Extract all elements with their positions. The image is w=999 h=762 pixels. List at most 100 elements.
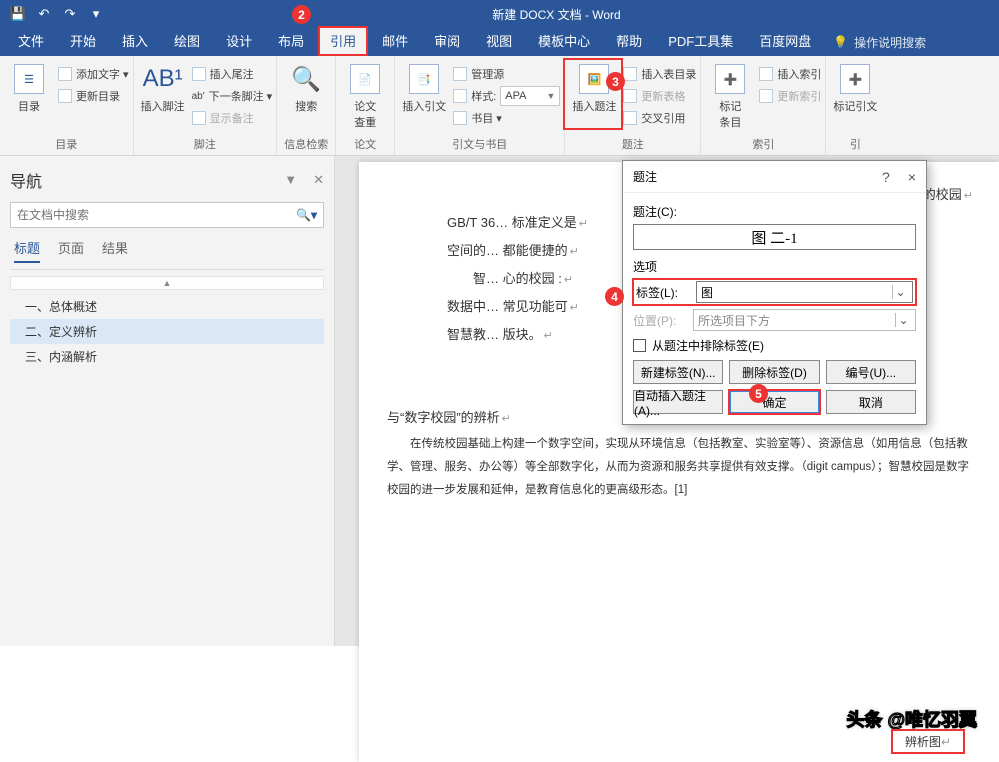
ribbon: ☰ 目录 添加文字 ▾ 更新目录 目录 AB¹ 插入脚注 插入尾注 ab'下一条… <box>0 56 999 156</box>
new-label-button[interactable]: 新建标签(N)... <box>633 360 723 384</box>
dialog-title-bar[interactable]: 题注 ? × <box>623 161 926 193</box>
outline-item-3[interactable]: 三、内涵解析 <box>10 344 324 369</box>
options-label: 选项 <box>633 258 916 275</box>
undo-icon[interactable]: ↶ <box>36 6 52 22</box>
plus-icon <box>58 67 72 81</box>
nav-divider <box>10 269 324 270</box>
checkbox-icon[interactable] <box>633 339 646 352</box>
qat-customize-icon[interactable]: ▾ <box>88 6 104 22</box>
window-title: 新建 DOCX 文档 - Word <box>114 6 999 23</box>
position-dropdown: 所选项目下方 ⌄ <box>693 309 916 331</box>
label-row: 标签(L): 图 ⌄ <box>633 279 916 305</box>
nav-tab-results[interactable]: 结果 <box>102 238 128 263</box>
outline-item-2[interactable]: 二、定义辨析 <box>10 319 324 344</box>
tab-file[interactable]: 文件 <box>6 28 56 56</box>
caption-c-label: 题注(C): <box>633 203 916 220</box>
tab-pdf-tools[interactable]: PDF工具集 <box>656 28 745 56</box>
style-dropdown[interactable]: APA▼ <box>500 86 560 106</box>
tab-design[interactable]: 设计 <box>214 28 264 56</box>
highlight-tab-references <box>318 26 368 56</box>
insert-footnote-button[interactable]: AB¹ 插入脚注 <box>138 62 188 114</box>
ribbon-group-captions: 🖼️ 插入题注 插入表目录 更新表格 交叉引用 题注 <box>565 56 701 155</box>
nav-tabs: 标题 页面 结果 <box>10 228 324 269</box>
position-row: 位置(P): 所选项目下方 ⌄ <box>633 309 916 331</box>
highlight-insert-caption <box>563 58 623 130</box>
ribbon-group-search: 🔍搜索 信息检索 <box>277 56 336 155</box>
mark-citation-button[interactable]: ➕标记引文 <box>830 62 880 114</box>
insert-citation-button[interactable]: 📑插入引文 <box>399 62 449 114</box>
tell-me-search[interactable]: 💡 操作说明搜索 <box>833 34 926 51</box>
notes-icon <box>192 111 206 125</box>
cancel-button[interactable]: 取消 <box>826 390 916 414</box>
paper-icon: 📄 <box>350 64 380 94</box>
nav-collapse-bar[interactable]: ▲ <box>10 276 324 290</box>
navigation-title: 导航 <box>10 168 42 192</box>
toc-button[interactable]: ☰ 目录 <box>4 62 54 114</box>
update-tables-button: 更新表格 <box>623 86 696 106</box>
exclude-label-text: 从题注中排除标签(E) <box>652 337 764 354</box>
nav-dropdown-icon[interactable]: ▼ <box>284 172 297 188</box>
next-footnote-button[interactable]: ab'下一条脚注 ▾ <box>192 86 273 106</box>
dialog-title: 题注 <box>633 168 657 185</box>
cross-reference-button[interactable]: 交叉引用 <box>623 108 696 128</box>
style-icon <box>453 89 467 103</box>
insert-endnote-button[interactable]: 插入尾注 <box>192 64 273 84</box>
badge-step-2: 2 <box>292 5 311 24</box>
add-text-button[interactable]: 添加文字 ▾ <box>58 64 129 84</box>
update-index-button: 更新索引 <box>759 86 821 106</box>
endnote-icon <box>192 67 206 81</box>
bibliography-button[interactable]: 书目 ▾ <box>453 108 560 128</box>
chevron-down-icon: ⌄ <box>895 313 911 327</box>
tab-draw[interactable]: 绘图 <box>162 28 212 56</box>
manage-sources-button[interactable]: 管理源 <box>453 64 560 84</box>
position-p-label: 位置(P): <box>633 312 687 329</box>
ribbon-tabs: 文件 开始 插入 绘图 设计 布局 引用 邮件 审阅 视图 模板中心 帮助 PD… <box>0 28 999 56</box>
insert-index-button[interactable]: 插入索引 <box>759 64 821 84</box>
tab-help[interactable]: 帮助 <box>604 28 654 56</box>
show-notes-button: 显示备注 <box>192 108 273 128</box>
ok-button[interactable]: 确定 <box>729 390 819 414</box>
ribbon-group-toa: ➕标记引文 引 <box>826 56 884 155</box>
mark-entry-button[interactable]: ➕标记 条目 <box>705 62 755 130</box>
biblio-icon <box>453 111 467 125</box>
nav-tab-headings[interactable]: 标题 <box>14 238 40 263</box>
numbering-button[interactable]: 编号(U)... <box>826 360 916 384</box>
crossref-icon <box>623 111 637 125</box>
markcit-icon: ➕ <box>840 64 870 94</box>
tab-review[interactable]: 审阅 <box>422 28 472 56</box>
tab-insert[interactable]: 插入 <box>110 28 160 56</box>
tab-layout[interactable]: 布局 <box>266 28 316 56</box>
tab-view[interactable]: 视图 <box>474 28 524 56</box>
caption-dialog: 题注 ? × 题注(C): 图 二-1 选项 标签(L): 图 ⌄ 4 位置(P… <box>622 160 927 425</box>
redo-icon[interactable]: ↷ <box>62 6 78 22</box>
tab-mailings[interactable]: 邮件 <box>370 28 420 56</box>
label-dropdown[interactable]: 图 ⌄ <box>696 281 913 303</box>
chevron-down-icon: ⌄ <box>892 285 908 299</box>
tab-templates[interactable]: 模板中心 <box>526 28 602 56</box>
research-button[interactable]: 🔍搜索 <box>281 62 331 114</box>
nav-search-input[interactable] <box>17 208 296 222</box>
insert-table-of-figures-button[interactable]: 插入表目录 <box>623 64 696 84</box>
badge-step-5: 5 <box>749 384 768 403</box>
update-toc-button[interactable]: 更新目录 <box>58 86 129 106</box>
dialog-help-icon[interactable]: ? <box>882 169 890 185</box>
search-icon[interactable]: 🔍▾ <box>296 208 317 222</box>
markentry-icon: ➕ <box>715 64 745 94</box>
save-icon[interactable]: 💾 <box>10 6 26 22</box>
nav-close-icon[interactable]: ✕ <box>313 172 324 188</box>
exclude-label-row[interactable]: 从题注中排除标签(E) <box>633 337 916 354</box>
nav-search-box[interactable]: 🔍▾ <box>10 202 324 228</box>
update-icon <box>623 89 637 103</box>
figure-caption[interactable]: 辨析图↵ <box>891 729 965 754</box>
tab-home[interactable]: 开始 <box>58 28 108 56</box>
outline-item-1[interactable]: 一、总体概述 <box>10 294 324 319</box>
caption-value-field[interactable]: 图 二-1 <box>633 224 916 250</box>
tab-baidu-disk[interactable]: 百度网盘 <box>747 28 823 56</box>
nav-tab-pages[interactable]: 页面 <box>58 238 84 263</box>
ribbon-group-index: ➕标记 条目 插入索引 更新索引 索引 <box>701 56 826 155</box>
paper-check-button[interactable]: 📄论文 查重 <box>340 62 390 130</box>
delete-label-button[interactable]: 删除标签(D) <box>729 360 819 384</box>
updateidx-icon <box>759 89 773 103</box>
dialog-close-icon[interactable]: × <box>908 169 916 185</box>
auto-caption-button[interactable]: 自动插入题注(A)... <box>633 390 723 414</box>
